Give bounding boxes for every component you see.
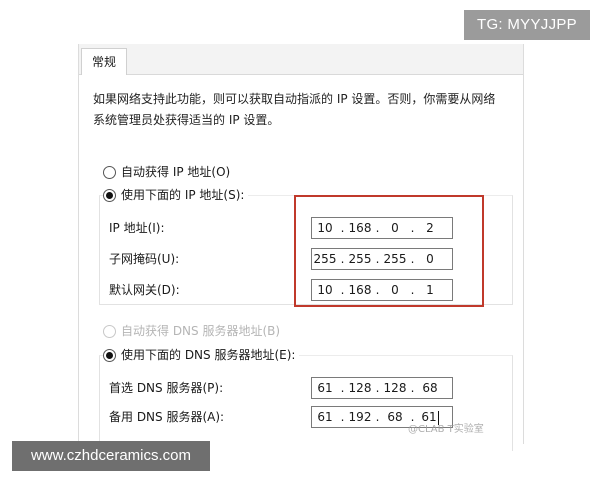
octet-separator: .	[410, 283, 415, 297]
pdns-octet-3: 128	[383, 381, 407, 395]
website-banner: www.czhdceramics.com	[12, 441, 210, 471]
subnet-mask-input[interactable]: 255. 255. 255. 0	[311, 248, 453, 270]
adns-octet-1: 61	[317, 410, 333, 424]
manual-dns-label: 使用下面的 DNS 服务器地址(E):	[121, 348, 296, 362]
dns-groupbox	[99, 355, 513, 451]
auto-dns-label: 自动获得 DNS 服务器地址(B)	[121, 324, 281, 338]
mask-octet-3: 255	[383, 252, 407, 266]
alternate-dns-label: 备用 DNS 服务器(A):	[109, 410, 225, 424]
octet-separator: .	[340, 221, 345, 235]
pdns-octet-2: 128	[348, 381, 372, 395]
octet-separator: .	[375, 283, 380, 297]
octet-separator: .	[410, 252, 415, 266]
gateway-octet-2: 168	[348, 283, 372, 297]
octet-separator: .	[375, 381, 380, 395]
auto-ip-radio[interactable]	[103, 165, 116, 179]
manual-dns-option[interactable]: 使用下面的 DNS 服务器地址(E):	[103, 347, 300, 363]
auto-ip-option[interactable]: 自动获得 IP 地址(O)	[103, 164, 230, 180]
ip-octet-1: 10	[317, 221, 333, 235]
description-line-2: 系统管理员处获得适当的 IP 设置。	[93, 113, 280, 127]
octet-separator: .	[340, 410, 345, 424]
octet-separator: .	[340, 381, 345, 395]
adns-octet-2: 192	[348, 410, 372, 424]
description-text: 如果网络支持此功能，则可以获取自动指派的 IP 设置。否则，你需要从网络 系统管…	[93, 89, 513, 131]
mask-octet-2: 255	[348, 252, 372, 266]
octet-separator: .	[410, 221, 415, 235]
subnet-mask-label: 子网掩码(U):	[109, 252, 180, 266]
manual-ip-option[interactable]: 使用下面的 IP 地址(S):	[103, 187, 249, 203]
octet-separator: .	[375, 410, 380, 424]
manual-ip-radio[interactable]	[103, 188, 116, 202]
ip-address-input[interactable]: 10. 168. 0. 2	[311, 217, 453, 239]
watermark-badge: TG: MYYJJPP	[464, 10, 590, 40]
mask-octet-4: 0	[426, 252, 434, 266]
preferred-dns-input[interactable]: 61. 128. 128. 68	[311, 377, 453, 399]
octet-separator: .	[340, 252, 345, 266]
ip-octet-4: 2	[426, 221, 434, 235]
preferred-dns-label: 首选 DNS 服务器(P):	[109, 381, 224, 395]
ip-address-label: IP 地址(I):	[109, 221, 165, 235]
description-line-1: 如果网络支持此功能，则可以获取自动指派的 IP 设置。否则，你需要从网络	[93, 92, 496, 106]
auto-ip-label: 自动获得 IP 地址(O)	[121, 165, 231, 179]
gateway-octet-1: 10	[317, 283, 333, 297]
manual-ip-label: 使用下面的 IP 地址(S):	[121, 188, 245, 202]
octet-separator: .	[375, 221, 380, 235]
default-gateway-label: 默认网关(D):	[109, 283, 180, 297]
manual-dns-radio[interactable]	[103, 348, 116, 362]
octet-separator: .	[375, 252, 380, 266]
auto-dns-option: 自动获得 DNS 服务器地址(B)	[103, 323, 280, 339]
tab-general[interactable]: 常规	[81, 48, 127, 75]
gateway-octet-4: 1	[426, 283, 434, 297]
tab-strip: 常规	[79, 44, 523, 75]
pdns-octet-1: 61	[317, 381, 333, 395]
adns-octet-3: 68	[387, 410, 403, 424]
corner-watermark: @CLAB T实验室	[408, 424, 484, 435]
ip-octet-3: 0	[391, 221, 399, 235]
pdns-octet-4: 68	[422, 381, 438, 395]
octet-separator: .	[340, 283, 345, 297]
general-panel: 如果网络支持此功能，则可以获取自动指派的 IP 设置。否则，你需要从网络 系统管…	[79, 75, 523, 451]
ipv4-properties-dialog: 常规 如果网络支持此功能，则可以获取自动指派的 IP 设置。否则，你需要从网络 …	[78, 44, 524, 451]
gateway-octet-3: 0	[391, 283, 399, 297]
default-gateway-input[interactable]: 10. 168. 0. 1	[311, 279, 453, 301]
octet-separator: .	[410, 381, 415, 395]
mask-octet-1: 255	[313, 252, 337, 266]
auto-dns-radio	[103, 324, 116, 338]
ip-octet-2: 168	[348, 221, 372, 235]
